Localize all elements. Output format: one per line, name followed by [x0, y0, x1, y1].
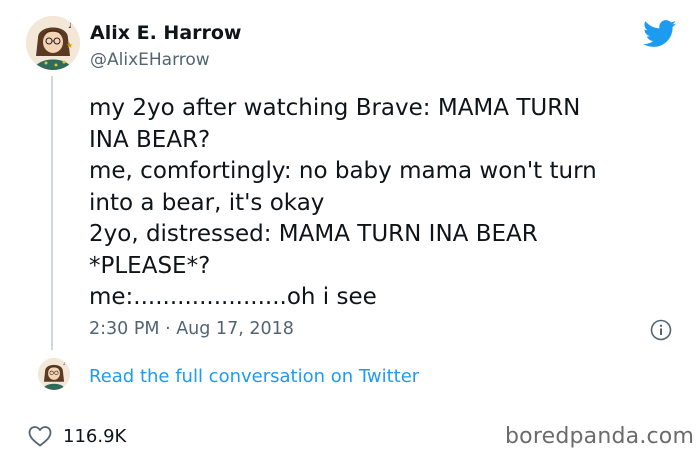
like-count: 116.9K: [63, 426, 127, 447]
tweet-text-line: into a bear, it's okay: [89, 189, 325, 216]
tweet-text: my 2yo after watching Brave: MAMA TURN I…: [89, 93, 679, 314]
svg-text:★: ★: [66, 41, 73, 50]
tweet-card: ♪ ★ Alix E. Harrow @AlixEHarrow my 2yo a…: [0, 0, 700, 461]
tweet-text-line: INA BEAR?: [89, 126, 211, 153]
author-handle[interactable]: @AlixEHarrow: [90, 50, 210, 70]
tweet-text-line: me:.....................oh i see: [89, 284, 377, 310]
svg-text:♪: ♪: [63, 361, 66, 367]
conversation-avatar[interactable]: ♪: [38, 358, 70, 390]
heart-icon[interactable]: [27, 424, 53, 448]
tweet-timestamp[interactable]: 2:30 PM · Aug 17, 2018: [89, 319, 294, 339]
watermark: boredpanda.com: [505, 424, 695, 449]
author-display-name[interactable]: Alix E. Harrow: [90, 22, 241, 44]
tweet-text-line: my 2yo after watching Brave: MAMA TURN: [89, 95, 581, 121]
avatar-illustration: ♪ ★: [26, 16, 80, 70]
info-icon[interactable]: [650, 319, 672, 341]
tweet-text-line: 2yo, distressed: MAMA TURN INA BEAR: [89, 221, 538, 247]
thread-connector-line: [51, 76, 53, 350]
tweet-text-line: *PLEASE*?: [89, 252, 211, 279]
read-conversation-link[interactable]: Read the full conversation on Twitter: [89, 366, 419, 387]
svg-text:♪: ♪: [68, 21, 74, 31]
author-avatar[interactable]: ♪ ★: [26, 16, 80, 70]
avatar-illustration: ♪: [38, 358, 70, 390]
tweet-text-line: me, comfortingly: no baby mama won't tur…: [89, 158, 597, 184]
twitter-bird-icon[interactable]: [643, 20, 677, 48]
